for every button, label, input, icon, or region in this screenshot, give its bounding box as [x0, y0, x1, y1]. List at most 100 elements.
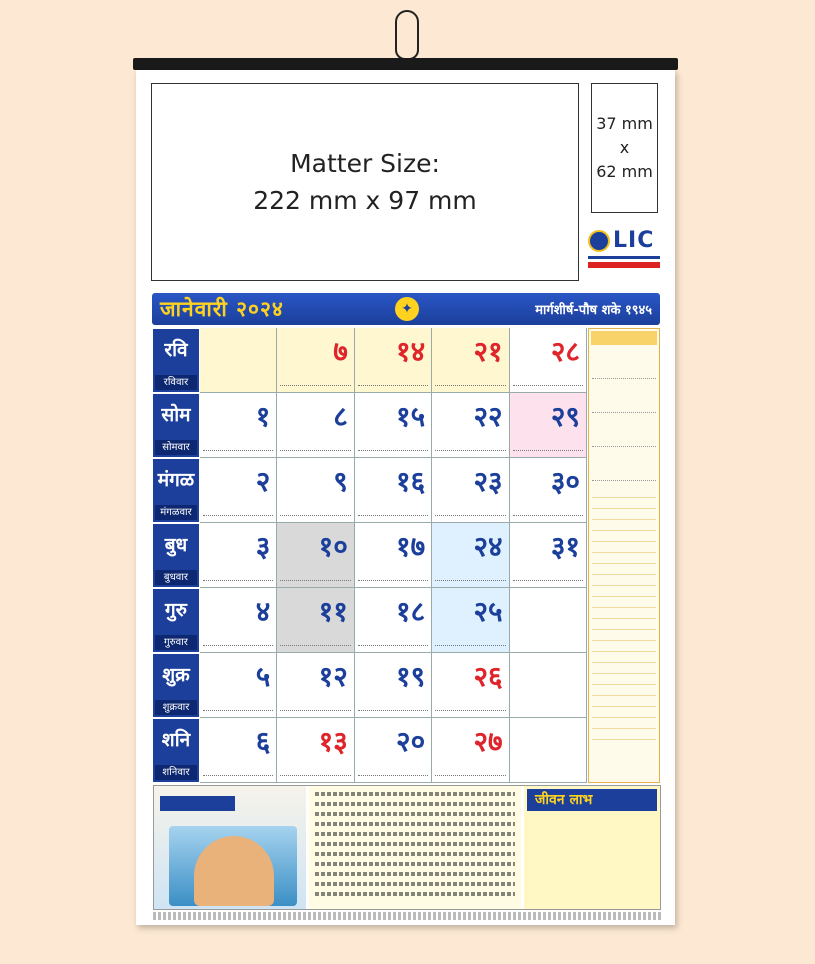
day-name: सोम: [161, 404, 191, 426]
date-cell: २२: [432, 393, 510, 458]
date-note: [202, 515, 274, 518]
date-note: [280, 775, 351, 778]
date-cell: ४: [199, 588, 278, 653]
matter-line-2: 222 mm x 97 mm: [253, 186, 477, 215]
notes-box: [592, 383, 656, 413]
lic-tagline-bar: [588, 256, 660, 259]
hanger-bar: [133, 58, 678, 70]
week-row: सोम सोमवार १ ८ १५ २२ २९: [152, 393, 587, 458]
date-note: [357, 515, 429, 518]
day-name: मंगळ: [157, 469, 195, 491]
date-cell: [509, 653, 587, 718]
day-name: गुरु: [164, 599, 187, 621]
day-subtitle: शनिवार: [155, 765, 197, 780]
week-row: बुध बुधवार ३ १० १७ २४ ३१: [152, 523, 587, 588]
date-number: २९: [550, 400, 580, 433]
date-number: २६: [473, 660, 503, 693]
ad-size-line-1: 37 mm: [596, 114, 653, 133]
date-number: २४: [473, 530, 503, 563]
date-note: [202, 775, 274, 778]
week-row: शुक्र शुक्रवार ५ १२ १९ २६: [152, 653, 587, 718]
date-cell: १८: [354, 588, 433, 653]
date-cell: २०: [354, 718, 433, 783]
notes-box: [592, 349, 656, 379]
date-cell: १: [199, 393, 278, 458]
date-number: १५: [396, 400, 426, 433]
day-subtitle: मंगळवार: [155, 505, 197, 520]
date-cell: ३१: [509, 523, 587, 588]
date-note: [435, 385, 506, 388]
date-number: १७: [396, 530, 426, 563]
date-number: ५: [255, 660, 271, 693]
calendar-grid: रवि रविवार ७ १४ २१ २८ सोम सोमवार १ ८ १५ २२ २९ मंगळ मंग…: [152, 328, 587, 783]
notes-box: [592, 417, 656, 447]
date-cell: १५: [354, 393, 433, 458]
promo-title-bar: [160, 796, 235, 811]
date-number: २८: [550, 335, 580, 368]
date-note: [357, 775, 429, 778]
date-note: [435, 710, 506, 713]
date-note: [357, 385, 429, 388]
date-number: १९: [396, 660, 426, 693]
date-cell: २५: [432, 588, 510, 653]
day-name: शनि: [161, 729, 191, 751]
date-number: ९: [333, 465, 348, 498]
day-subtitle: रविवार: [155, 375, 197, 390]
date-cell: २८: [509, 328, 587, 393]
date-number: २२: [473, 400, 503, 433]
date-cell: १२: [277, 653, 355, 718]
day-subtitle: शुक्रवार: [155, 700, 197, 715]
day-label: शुक्र शुक्रवार: [152, 653, 200, 718]
lic-slogan-bar: [588, 262, 660, 268]
notes-box: [592, 451, 656, 481]
date-note: [202, 580, 274, 583]
month-title: जानेवारी २०२४: [160, 297, 284, 321]
date-cell: ९: [277, 458, 355, 523]
date-cell: [509, 718, 587, 783]
date-note: [280, 645, 351, 648]
date-note: [512, 385, 583, 388]
date-cell: ११: [277, 588, 355, 653]
notes-title-bar: [591, 331, 657, 345]
lic-logo-text: LIC: [613, 228, 655, 253]
lic-emblem-icon: [588, 229, 610, 252]
date-cell: ५: [199, 653, 278, 718]
date-cell: १६: [354, 458, 433, 523]
date-number: २७: [473, 725, 503, 758]
date-number: १०: [318, 530, 348, 563]
date-number: ३०: [550, 465, 580, 498]
date-note: [435, 450, 506, 453]
date-note: [512, 515, 583, 518]
notes-sidebar: [588, 328, 660, 783]
date-cell: २६: [432, 653, 510, 718]
matter-size-box: Matter Size: 222 mm x 97 mm: [151, 83, 579, 281]
ganesha-coin-icon: ✦: [395, 297, 419, 321]
date-number: २३: [473, 465, 503, 498]
date-note: [202, 710, 274, 713]
date-note: [512, 450, 583, 453]
date-note: [435, 515, 506, 518]
date-cell: ७: [277, 328, 355, 393]
date-cell: ३: [199, 523, 278, 588]
date-number: १: [255, 400, 271, 433]
date-note: [357, 645, 429, 648]
date-note: [357, 710, 429, 713]
date-note: [435, 580, 506, 583]
date-cell: [509, 588, 587, 653]
date-cell: १९: [354, 653, 433, 718]
promo-photo-family: [194, 836, 274, 906]
date-note: [280, 385, 351, 388]
date-cell: ६: [199, 718, 278, 783]
ad-size-line-3: 62 mm: [596, 162, 653, 181]
date-number: २१: [473, 335, 503, 368]
day-label: बुध बुधवार: [152, 523, 200, 588]
date-note: [280, 710, 351, 713]
date-cell: १४: [354, 328, 433, 393]
plan-summary: जीवन लाभ: [524, 786, 660, 909]
date-number: ११: [318, 595, 348, 628]
date-number: ७: [333, 335, 348, 368]
date-number: १४: [396, 335, 426, 368]
day-subtitle: गुरुवार: [155, 635, 197, 650]
date-note: [202, 450, 274, 453]
plan-title: जीवन लाभ: [527, 789, 657, 811]
